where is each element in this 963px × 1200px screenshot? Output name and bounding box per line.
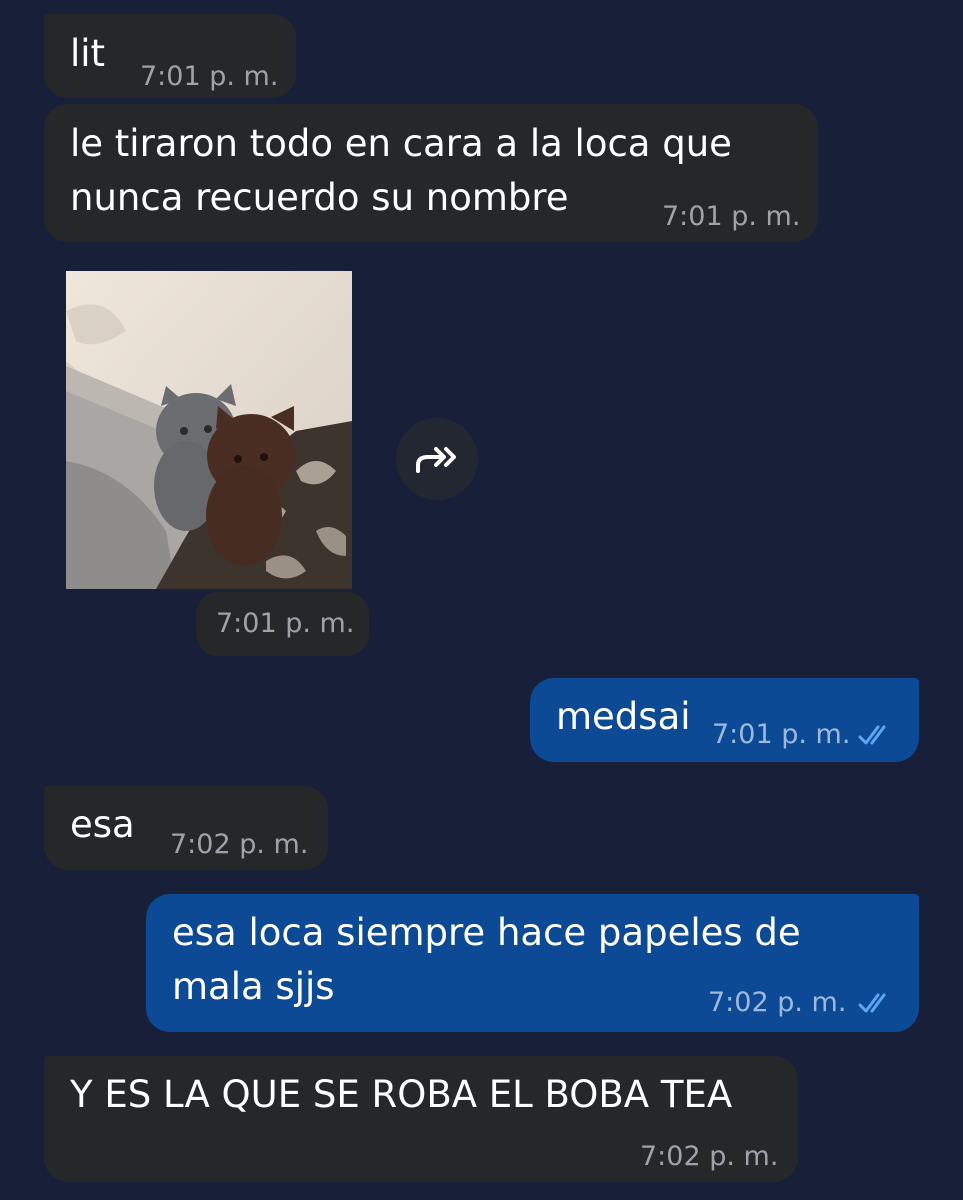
message-time: 7:02 p. m. — [708, 987, 847, 1018]
message-time: 7:02 p. m. — [640, 1141, 779, 1172]
message-time: 7:02 p. m. — [170, 829, 309, 860]
message-bubble-incoming[interactable]: le tiraron todo en cara a la loca que nu… — [44, 104, 818, 242]
message-bubble-outgoing[interactable]: esa loca siempre hace papeles de mala sj… — [146, 894, 919, 1032]
message-text-line: le tiraron todo en cara a la loca que — [70, 122, 732, 165]
kittens-photo — [66, 271, 352, 589]
message-time: 7:01 p. m. — [712, 719, 851, 750]
message-time: 7:01 p. m. — [662, 201, 801, 232]
message-bubble-incoming[interactable]: lit 7:01 p. m. — [44, 14, 296, 98]
message-text: lit — [70, 32, 106, 75]
double-check-icon — [858, 993, 886, 1013]
message-text: medsai — [556, 695, 691, 738]
forward-button[interactable] — [396, 418, 478, 500]
message-time: 7:01 p. m. — [216, 608, 355, 639]
message-text: esa — [70, 803, 135, 846]
message-text-line: mala sjjs — [172, 965, 335, 1008]
photo-message-kittens[interactable] — [66, 271, 352, 589]
double-check-icon — [858, 725, 886, 745]
message-bubble-outgoing[interactable]: medsai 7:01 p. m. — [530, 678, 919, 762]
forward-arrow-icon — [416, 447, 456, 473]
message-time: 7:01 p. m. — [140, 61, 279, 92]
message-text: Y ES LA QUE SE ROBA EL BOBA TEA — [70, 1073, 733, 1116]
message-text-line: esa loca siempre hace papeles de — [172, 911, 801, 954]
message-bubble-incoming[interactable]: Y ES LA QUE SE ROBA EL BOBA TEA 7:02 p. … — [44, 1056, 798, 1182]
message-text-line: nunca recuerdo su nombre — [70, 176, 569, 219]
photo-time-badge: 7:01 p. m. — [196, 592, 369, 656]
message-bubble-incoming[interactable]: esa 7:02 p. m. — [44, 786, 328, 870]
